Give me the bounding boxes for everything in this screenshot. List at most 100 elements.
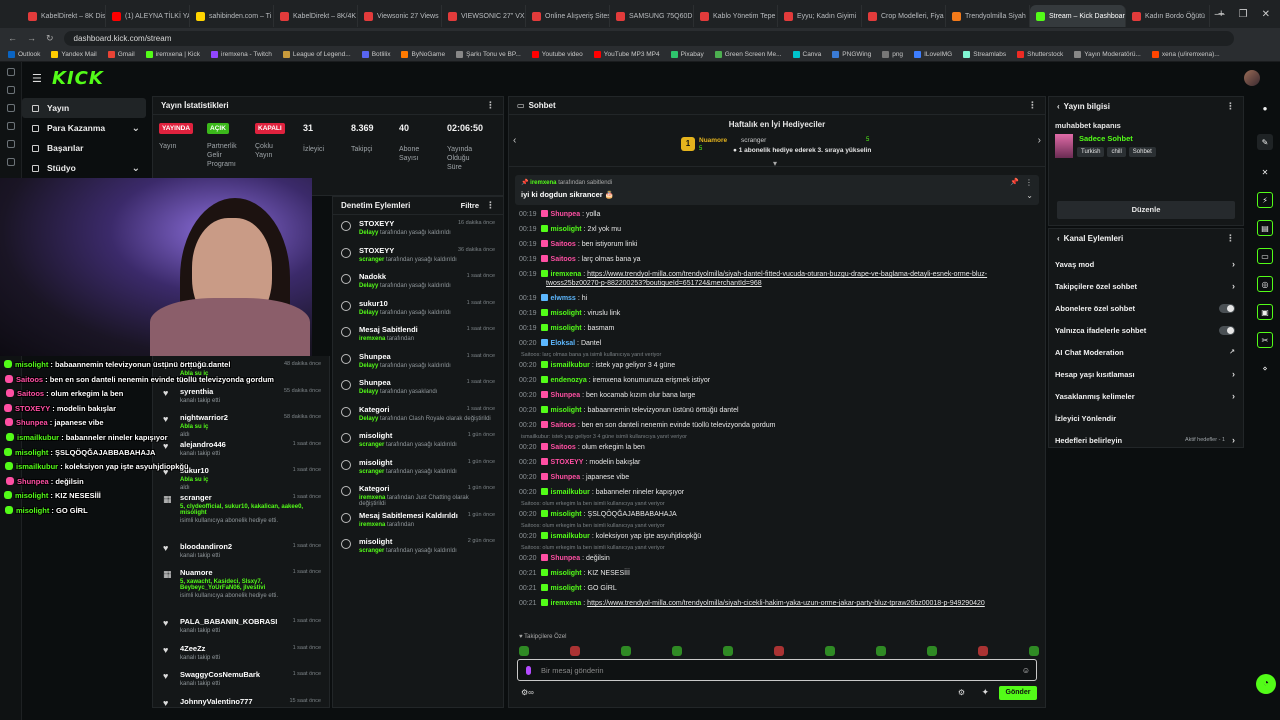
device-icon[interactable]: ▣ [1257, 304, 1273, 320]
chat-message[interactable]: 00:20 Shunpea: değilsin [509, 551, 1045, 566]
chat-username[interactable]: Saitoos [551, 444, 576, 451]
chat-message[interactable]: 00:20 misolight: babaannemin televizyonun… [509, 403, 1045, 418]
bookmark-item[interactable]: YouTube MP3 MP4 [593, 51, 660, 58]
bookmark-item[interactable]: Shutterstock [1017, 51, 1063, 58]
emote-icon[interactable] [570, 646, 580, 656]
bookmark-item[interactable]: Şarkı Tonu ve BP... [456, 51, 521, 58]
send-button[interactable]: Gönder [999, 686, 1037, 700]
chat-message[interactable]: 00:19 misolight: basmam [509, 321, 1045, 336]
more-icon[interactable]: ⋮ [486, 200, 495, 211]
more-icon[interactable]: ⋮ [1226, 233, 1235, 244]
chat-message[interactable]: 00:20 Eloksal: Dantel [509, 336, 1045, 351]
chevron-right-icon[interactable]: › [1232, 391, 1235, 401]
toggle-switch[interactable] [1219, 325, 1235, 335]
channel-action-row[interactable]: Abonelere özel sohbet [1049, 297, 1243, 319]
category-name[interactable]: Sadece Sohbet [1079, 134, 1133, 143]
bookmark-item[interactable]: png [882, 51, 903, 58]
mod-action-item[interactable]: STOXEYY scranger tarafından yasağı kaldır… [333, 242, 503, 269]
chat-username[interactable]: endenozya [551, 377, 587, 384]
mod-action-item[interactable]: Mesaj Sabitlendi iremxena tarafından 1 saa… [333, 321, 503, 348]
avatar[interactable] [1244, 70, 1260, 86]
event-item[interactable]: ♥ 4ZeeZz kanalı takip etti 1 saat önce [153, 640, 329, 667]
emote-icon[interactable] [723, 646, 733, 656]
chat-username[interactable]: Saitoos [551, 422, 576, 429]
chat-message[interactable]: 00:19 Saitoos: larç olmas bana ya [509, 252, 1045, 267]
settings-icon[interactable]: ⚙ [958, 688, 965, 697]
chat-message[interactable]: 00:19 Saitoos: ben istiyorum linki [509, 237, 1045, 252]
bot-icon[interactable]: ✦ [981, 687, 989, 698]
sidebar-app-icon[interactable] [7, 68, 15, 76]
chat-username[interactable]: Shunpea [551, 211, 581, 218]
channel-action-row[interactable]: İzleyici Yönlendir [1049, 407, 1243, 429]
event-item[interactable]: ♥ nightwarrior2 Abla su iç aldı 58 dakika ön… [153, 409, 329, 438]
bookmark-item[interactable]: ByNoGame [401, 51, 445, 58]
channel-action-row[interactable]: Hedefleri belirleyin Aktif hedefler - 1 › [1049, 429, 1243, 451]
close-icon[interactable]: ✕ [1257, 164, 1273, 180]
chat-username[interactable]: ismailkubur [551, 533, 590, 540]
event-item[interactable]: ▦ Nuamore 5, xawacht, Kasideci, Slsxy7, Be… [153, 564, 329, 613]
chat-username[interactable]: Saitoos [551, 256, 576, 263]
browser-tab[interactable]: Eyyu; Kadın Giyimi [778, 5, 862, 27]
network-icon[interactable]: ⋄ [1257, 360, 1273, 376]
bookmark-item[interactable]: League of Legend... [282, 51, 351, 58]
channel-action-row[interactable]: Takipçilere özel sohbet › [1049, 275, 1243, 297]
chevron-left-icon[interactable]: ‹ [1057, 102, 1060, 111]
bookmark-item[interactable]: Yayın Moderatörü... [1074, 51, 1141, 58]
sidebar-app-icon[interactable] [7, 140, 15, 148]
browser-tab[interactable]: (1) ALEYNA TİLKİ YA [106, 5, 190, 27]
mod-action-item[interactable]: misolight scranger tarafından yasağı kald… [333, 533, 503, 560]
browser-tab[interactable]: Trendyolmilla Siyah [946, 5, 1030, 27]
chat-username[interactable]: misolight [551, 585, 582, 592]
chevron-right-icon[interactable]: › [1232, 281, 1235, 291]
mod-action-item[interactable]: Kategori iremxena tarafından Just Chattin… [333, 480, 503, 507]
chat-message[interactable]: 00:19 misolight: viruslu link [509, 306, 1045, 321]
mod-action-item[interactable]: Kategori Delayy tarafından Clash Royale o… [333, 401, 503, 428]
menu-icon[interactable]: ☰ [32, 72, 42, 85]
bookmark-item[interactable]: iremxena | Kick [145, 51, 200, 58]
event-item[interactable]: ♥ syrenthia kanalı takip etti 55 dakika önc… [153, 383, 329, 410]
maximize-icon[interactable]: ❐ [1239, 9, 1248, 20]
browser-tab[interactable]: VIEWSONIC 27" VX [442, 5, 526, 27]
document-icon[interactable]: ▤ [1257, 220, 1273, 236]
chat-username[interactable]: Eloksal [551, 340, 576, 347]
chat-link[interactable]: twoss25bz00270-p-882200253?boutiqueId=65… [546, 280, 762, 287]
browser-tab[interactable]: Crop Modelleri, Fiya [862, 5, 946, 27]
more-icon[interactable]: ⋮ [1028, 100, 1037, 111]
emote-icon[interactable] [1029, 646, 1039, 656]
mod-action-item[interactable]: misolight scranger tarafından yasağı kald… [333, 454, 503, 481]
edit-button[interactable]: Düzenle [1057, 201, 1235, 219]
chat-username[interactable]: misolight [551, 511, 582, 518]
chat-input[interactable]: Bir mesaj gönderin ☺ [517, 659, 1037, 681]
nav-item-3[interactable]: Stüdyo ⌄ [22, 158, 146, 178]
chat-link[interactable]: https://www.trendyol-milla.com/trendyolm… [587, 271, 987, 278]
emoji-icon[interactable]: ☺ [1022, 666, 1030, 675]
sidebar-app-icon[interactable] [7, 158, 15, 166]
chat-message[interactable]: 00:20 Shunpea: japanese vibe [509, 470, 1045, 485]
chat-message[interactable]: 00:20 misolight: ŞSLQÖQĞAJABBABAHAJA [509, 507, 1045, 522]
browser-tab[interactable]: Kablo Yönetim Tepe [694, 5, 778, 27]
back-icon[interactable]: ← [8, 33, 17, 43]
chat-message[interactable]: 00:19 elwmss: hi [509, 291, 1045, 306]
channel-action-row[interactable]: Yalnızca ifadelerle sohbet [1049, 319, 1243, 341]
info-icon[interactable]: ● [1257, 100, 1273, 116]
help-chat-icon[interactable]: ◔ [1256, 674, 1276, 694]
flash-icon[interactable]: ⚡ [1257, 192, 1273, 208]
chat-message[interactable]: 00:20 Shunpea: ben kocamab kızım olur ban… [509, 388, 1045, 403]
chat-username[interactable]: misolight [551, 570, 582, 577]
chat-username[interactable]: misolight [551, 310, 582, 317]
bookmark-item[interactable]: xena (u/iremxena)... [1151, 51, 1220, 58]
mod-action-item[interactable]: Shunpea Delayy tarafından yasağı kaldırıl… [333, 348, 503, 375]
chevron-down-icon[interactable]: ⌄ [1026, 191, 1033, 200]
chat-message[interactable]: 00:20 ismailkubur: istek yap geliyor 3 4 … [509, 358, 1045, 373]
chat-message[interactable]: 00:21 misolight: GO GİRL [509, 581, 1045, 596]
chat-icon[interactable]: ▭ [1257, 248, 1273, 264]
chat-username[interactable]: iremxena [551, 600, 582, 607]
mod-action-item[interactable]: misolight scranger tarafından yasağı kald… [333, 427, 503, 454]
chevron-left-icon[interactable]: ‹ [513, 135, 516, 146]
event-item[interactable]: ♥ PALA_BABANIN_KOBRASI kanalı takip etti 1 … [153, 613, 329, 640]
more-icon[interactable]: ⋮ [1025, 178, 1033, 187]
bookmark-item[interactable]: Streamlabs [963, 51, 1006, 58]
event-item[interactable]: ♥ JohnnyValentino777 15 saat önce [153, 693, 329, 720]
emote-icon[interactable] [825, 646, 835, 656]
mod-action-item[interactable]: STOXEYY Delayy tarafından yasağı kaldırıl… [333, 215, 503, 242]
